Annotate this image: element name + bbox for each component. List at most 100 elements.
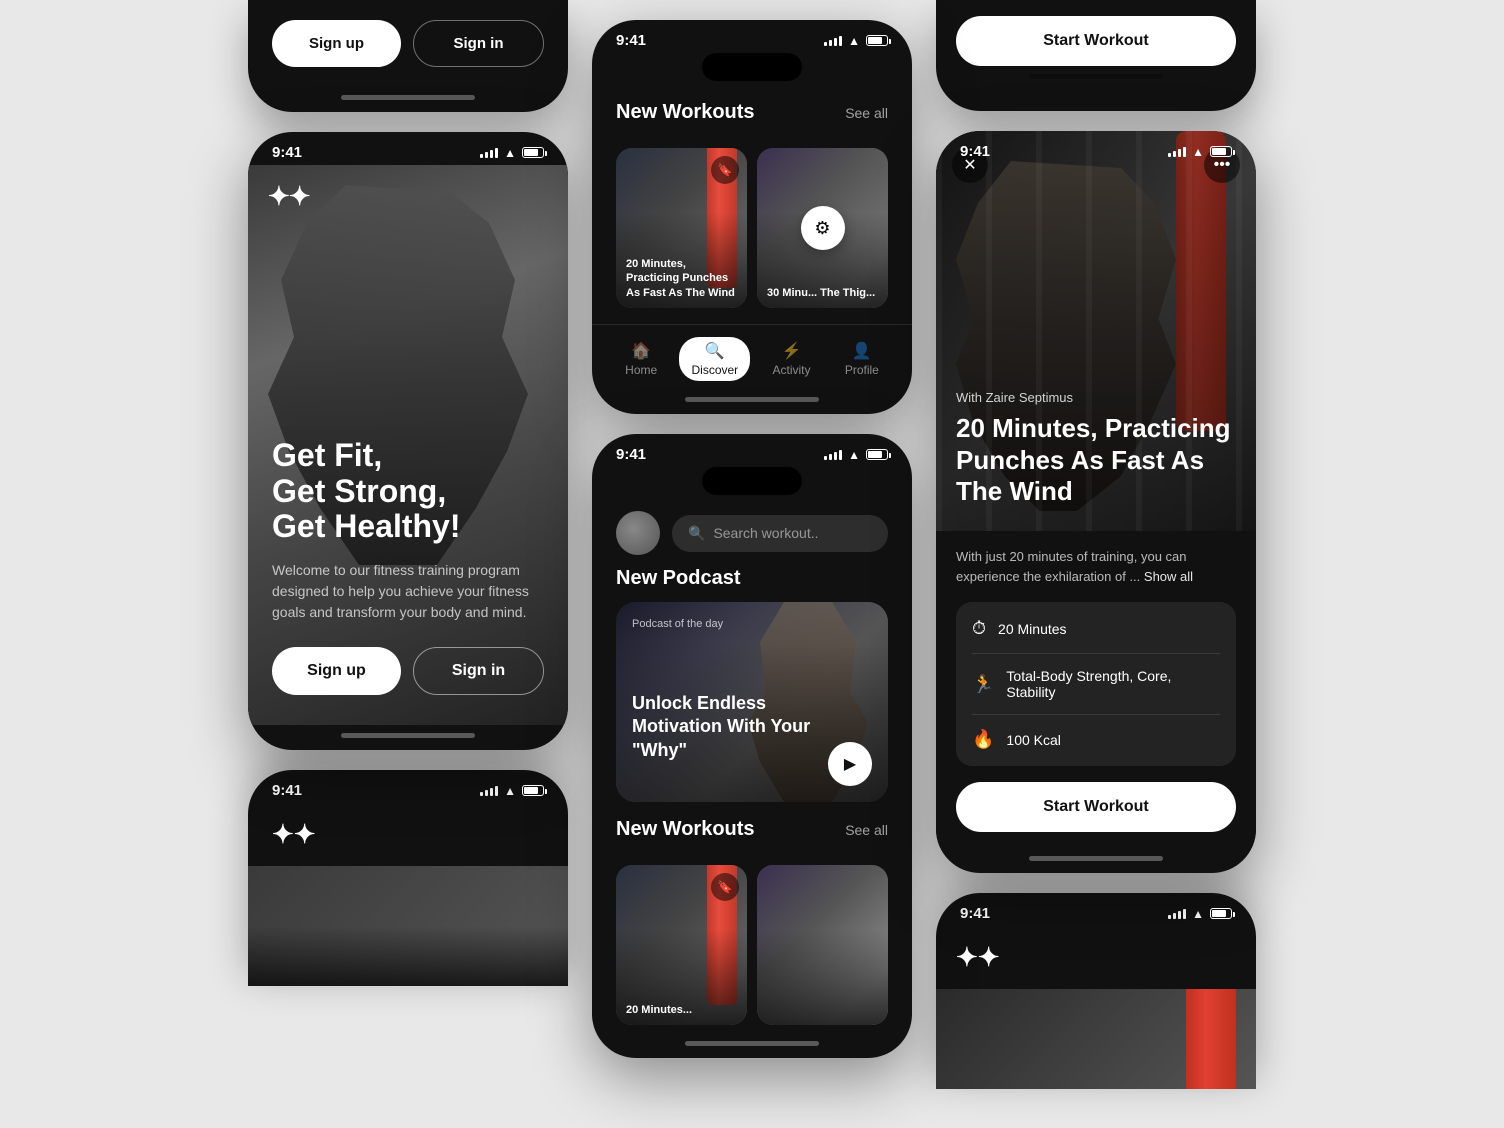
home-indicator-detail: [1029, 856, 1163, 861]
bookmark-icon-1[interactable]: 🔖: [711, 156, 739, 184]
play-button[interactable]: ▶: [828, 742, 872, 786]
type-value: Total-Body Strength, Core, Stability: [1006, 668, 1220, 700]
workout-cards: 🔖 20 Minutes, Practicing Punches As Fast…: [592, 148, 912, 324]
stats-card: ⏱ 20 Minutes 🏃 Total-Body Strength, Core…: [956, 602, 1236, 766]
nav-discover-label: Discover: [691, 363, 738, 377]
nav-discover[interactable]: 🔍 Discover: [679, 337, 750, 381]
signup-button[interactable]: Sign up: [272, 647, 401, 695]
home-indicator-discover: [685, 397, 819, 402]
nav-profile[interactable]: 👤 Profile: [833, 337, 891, 381]
signal-detail: [1168, 147, 1186, 157]
search-input[interactable]: Search workout..: [713, 525, 818, 541]
signal-bottom-partial: [1168, 909, 1186, 919]
bookmark-icon-home[interactable]: 🔖: [711, 873, 739, 901]
time-discover: 9:41: [616, 32, 646, 49]
podcast-card[interactable]: Podcast of the day Unlock Endless Motiva…: [616, 602, 888, 802]
status-bar-detail: 9:41 ▲: [936, 131, 1256, 164]
workout-title: 20 Minutes, Practicing Punches As Fast A…: [956, 413, 1236, 507]
battery-bottom-partial: [1210, 908, 1232, 919]
status-icons-bottom-partial: ▲: [1168, 907, 1232, 921]
wifi-icon: ▲: [504, 146, 516, 160]
podcast-title: Unlock Endless Motivation With Your "Why…: [632, 692, 828, 762]
card2-title: 30 Minu... The Thig...: [767, 286, 878, 300]
home-phone: 9:41 ▲ 🔍 Search workout..: [592, 434, 912, 1058]
hw-card1-title: 20 Minutes...: [626, 1003, 737, 1017]
stat-divider-2: [972, 714, 1220, 715]
activity-icon: ⚡: [782, 341, 802, 361]
partial-hero-bottom: [936, 989, 1256, 1089]
nav-profile-label: Profile: [845, 363, 879, 377]
time-detail: 9:41: [960, 143, 990, 160]
wifi-home: ▲: [848, 448, 860, 462]
onboarding-phone: 9:41 ▲ ✦✦ Get Fit,Ge: [248, 132, 568, 750]
home-indicator-top-partial: [1029, 74, 1163, 79]
signal-partial: [480, 786, 498, 796]
battery-detail: [1210, 146, 1232, 157]
right-column: Start Workout 9:41 ▲: [936, 20, 1256, 1089]
middle-column: 9:41 ▲ New Workouts See all: [592, 20, 912, 1058]
new-workouts-header: New Workouts See all: [616, 101, 888, 124]
status-bar-discover: 9:41 ▲: [592, 20, 912, 53]
time-partial: 9:41: [272, 782, 302, 799]
show-more-link[interactable]: Show all: [1144, 569, 1193, 584]
detail-hero: ✕ ••• With Zaire Septimus 20 Minutes, Pr…: [936, 131, 1256, 531]
signal-discover: [824, 36, 842, 46]
status-icons-detail: ▲: [1168, 145, 1232, 159]
home-indicator: [341, 733, 475, 738]
bottom-navigation: 🏠 Home 🔍 Discover ⚡ Activity 👤 Profile: [592, 324, 912, 389]
home-see-all[interactable]: See all: [845, 822, 888, 838]
stat-duration: ⏱ 20 Minutes: [972, 618, 1220, 639]
left-bottom-partial: 9:41 ▲ ✦✦: [248, 770, 568, 986]
home-workouts-title: New Workouts: [616, 818, 755, 841]
signal-home: [824, 450, 842, 460]
workout-card-1[interactable]: 🔖 20 Minutes, Practicing Punches As Fast…: [616, 148, 747, 308]
app-logo: ✦✦: [268, 181, 310, 212]
dynamic-island-home: [702, 467, 802, 495]
right-bottom-partial: 9:41 ▲ ✦✦: [936, 893, 1256, 1089]
status-icons: ▲: [480, 146, 544, 160]
logo-bottom-partial: ✦✦: [936, 926, 1256, 989]
start-workout-btn-top[interactable]: Start Workout: [956, 16, 1236, 66]
search-icon: 🔍: [688, 525, 705, 542]
right-top-partial: Start Workout: [936, 0, 1256, 111]
duration-value: 20 Minutes: [998, 621, 1066, 637]
status-bar-phone1: 9:41 ▲: [248, 132, 568, 165]
onboarding-content: Get Fit,Get Strong,Get Healthy! Welcome …: [272, 438, 544, 695]
auth-buttons: Sign up Sign in: [272, 647, 544, 695]
start-workout-button[interactable]: Start Workout: [956, 782, 1236, 832]
left-top-partial: Sign up Sign in: [248, 0, 568, 112]
home-indicator-home: [685, 1041, 819, 1046]
hw-card2-overlay: [757, 865, 888, 1025]
search-row: 🔍 Search workout..: [592, 499, 912, 567]
partial-hero: [248, 866, 568, 986]
time-display: 9:41: [272, 144, 302, 161]
filter-button[interactable]: ⚙: [801, 206, 845, 250]
status-icons-partial: ▲: [480, 784, 544, 798]
home-indicator-partial: [341, 95, 475, 100]
wifi-bottom-partial: ▲: [1192, 907, 1204, 921]
battery-discover: [866, 35, 888, 46]
time-bottom-partial: 9:41: [960, 905, 990, 922]
nav-activity[interactable]: ⚡ Activity: [760, 337, 822, 381]
home-workouts-header: New Workouts See all: [592, 818, 912, 865]
home-workout-card-2[interactable]: [757, 865, 888, 1025]
profile-icon: 👤: [852, 341, 872, 361]
status-icons-home: ▲: [824, 448, 888, 462]
home-workout-card-1[interactable]: 🔖 20 Minutes...: [616, 865, 747, 1025]
home-workouts-row: New Workouts See all: [616, 818, 888, 841]
signin-button[interactable]: Sign in: [413, 647, 544, 695]
workout-author: With Zaire Septimus: [956, 390, 1236, 405]
status-icons-discover: ▲: [824, 34, 888, 48]
status-bar-bottom-partial: 9:41 ▲: [936, 893, 1256, 926]
timer-icon: ⏱: [972, 618, 986, 639]
signin-button-partial[interactable]: Sign in: [413, 20, 544, 67]
nav-home[interactable]: 🏠 Home: [613, 337, 669, 381]
workout-card-2[interactable]: ⚙ 30 Minu... The Thig...: [757, 148, 888, 308]
signal-icon: [480, 148, 498, 158]
see-all-btn[interactable]: See all: [845, 105, 888, 121]
search-input-wrap[interactable]: 🔍 Search workout..: [672, 515, 888, 552]
wifi-partial: ▲: [504, 784, 516, 798]
signup-button-partial[interactable]: Sign up: [272, 20, 401, 67]
workout-description: With just 20 minutes of training, you ca…: [956, 547, 1236, 586]
hero-info: With Zaire Septimus 20 Minutes, Practici…: [956, 390, 1236, 507]
